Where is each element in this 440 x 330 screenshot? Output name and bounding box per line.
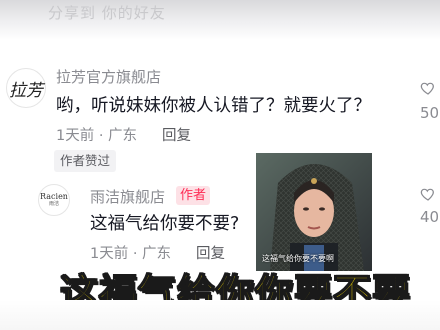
reply-author-name[interactable]: 雨洁旗舰店 [90,186,165,207]
like-count: 50 [420,104,440,122]
avatar-lafang[interactable]: 拉芳 [6,68,46,108]
bottom-fade-strip [0,300,440,330]
reply-button[interactable]: 回复 [196,242,225,263]
comment-meta: 1天前 · 广东 [56,128,138,144]
author-tag-badge: 作者 [176,186,211,205]
reply-button[interactable]: 回复 [162,124,191,145]
like-count: 40 [420,208,440,226]
reply-meta: 1天前 · 广东 [90,246,172,262]
avatar-racien[interactable]: Racien 雨洁 [38,184,70,216]
comment-author-name[interactable]: 拉芳官方旗舰店 [56,66,161,87]
avatar-logo-subtext: 雨洁 [48,201,59,207]
avatar-logo-text: 拉芳 [9,80,43,101]
avatar-logo-text: Racien [40,192,68,201]
reply-text: 这福气给你要不要? [90,214,240,234]
faded-top-text: 分享到 你的好友 [48,4,166,22]
top-fade-strip: 分享到 你的好友 [0,0,440,40]
comment-text: 哟，听说妹妹你被人认错了？就要火了？ [56,96,371,116]
heart-icon[interactable] [420,80,436,96]
heart-icon[interactable] [420,186,436,202]
author-liked-badge: 作者赞过 [54,150,117,172]
